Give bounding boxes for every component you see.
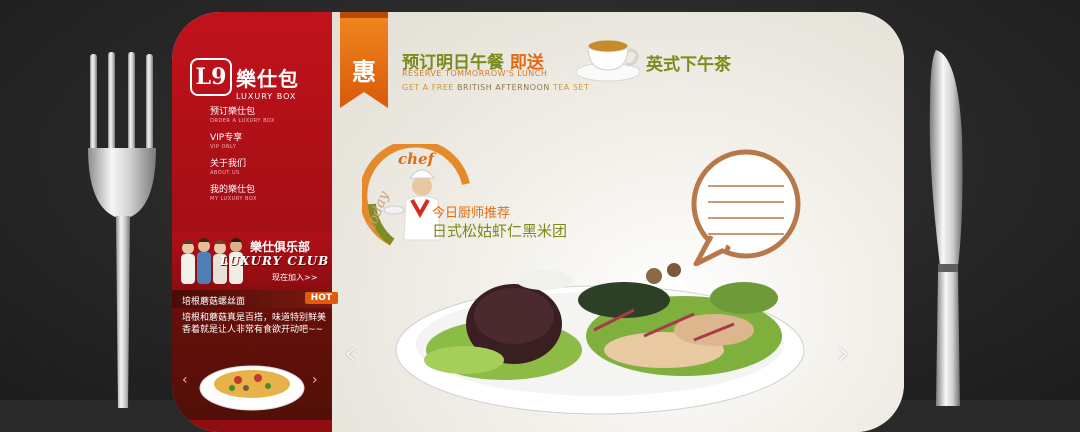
discount-char: 惠	[352, 57, 376, 86]
featured-dish-image[interactable]	[394, 240, 806, 420]
club-banner[interactable]: 樂仕俱乐部 LUXURY CLUB 现在加入>>	[172, 232, 332, 292]
nav-label: 我的樂仕包	[210, 185, 256, 195]
main-nav: 预订樂仕包 ORDER A LUXURY BOX VIP专享 VIP ONLY …	[210, 107, 275, 211]
logo-mark: L9	[190, 58, 232, 96]
club-join-link[interactable]: 现在加入>>	[272, 272, 317, 283]
carousel-prev-arrow[interactable]: ‹	[344, 336, 356, 371]
hot-dish-title[interactable]: 培根蘑菇螺丝面	[182, 294, 245, 307]
nav-sublabel: VIP ONLY	[210, 144, 237, 150]
pasta-dish-image[interactable]	[198, 350, 306, 414]
chef-recommend-label: 今日厨师推荐	[432, 206, 511, 221]
hot-badge: HOT	[304, 292, 338, 304]
promo-subline-2-part1: GET A FREE	[402, 83, 454, 92]
hot-next-arrow[interactable]: ›	[312, 372, 318, 388]
carousel-next-arrow[interactable]: ›	[838, 336, 850, 371]
nav-label: 关于我们	[210, 159, 247, 169]
nav-label: 预订樂仕包	[210, 107, 256, 117]
nav-item-my-box[interactable]: 我的樂仕包 MY LUXURY BOX	[210, 185, 275, 202]
promo-subline-2-part3: TEA SET	[552, 83, 590, 92]
nav-sublabel: ABOUT US	[210, 170, 240, 176]
knife-icon	[929, 50, 963, 406]
club-title-en: LUXURY CLUB	[220, 254, 330, 268]
promo-tea-set: 英式下午茶	[646, 55, 731, 75]
hot-dish-box: 培根蘑菇螺丝面 HOT 培根和蘑菇真是百搭，味道特别鲜美香着就是让人非常有食欲开…	[172, 290, 338, 420]
chef-dish-name[interactable]: 日式松姑虾仁黑米团	[432, 220, 567, 241]
sidebar: L9 樂仕包 LUXURY BOX 预订樂仕包 ORDER A LUXURY B…	[172, 12, 338, 432]
fork-icon	[88, 52, 156, 408]
club-title: 樂仕俱乐部	[250, 240, 311, 254]
brand-logo[interactable]: L9 樂仕包 LUXURY BOX	[190, 58, 299, 101]
teacup-image	[575, 39, 641, 82]
hot-prev-arrow[interactable]: ‹	[182, 372, 188, 388]
nav-sublabel: MY LUXURY BOX	[210, 196, 257, 202]
brand-name: 樂仕包	[236, 66, 299, 91]
placemat: L9 樂仕包 LUXURY BOX 预订樂仕包 ORDER A LUXURY B…	[172, 12, 904, 432]
hot-dish-header: 培根蘑菇螺丝面 HOT	[172, 290, 338, 308]
brand-name-en: LUXURY BOX	[236, 92, 297, 101]
nav-item-vip[interactable]: VIP专享 VIP ONLY	[210, 133, 275, 150]
nav-label: VIP专享	[210, 133, 243, 143]
promo-subline-1: RESERVE TOMMORROW'S LUNCH	[402, 69, 548, 78]
nav-sublabel: ORDER A LUXURY BOX	[210, 118, 275, 124]
nav-item-about[interactable]: 关于我们 ABOUT US	[210, 159, 275, 176]
badge-chef-text: chef	[398, 150, 437, 168]
promo-subline-2-part2: BRITISH AFTERNOON	[457, 83, 550, 92]
promo-subline-2: GET A FREE BRITISH AFTERNOON TEA SET	[402, 83, 589, 92]
nav-item-order[interactable]: 预订樂仕包 ORDER A LUXURY BOX	[210, 107, 275, 124]
hot-dish-description: 培根和蘑菇真是百搭，味道特别鲜美香着就是让人非常有食欲开动吧~~	[182, 313, 327, 335]
